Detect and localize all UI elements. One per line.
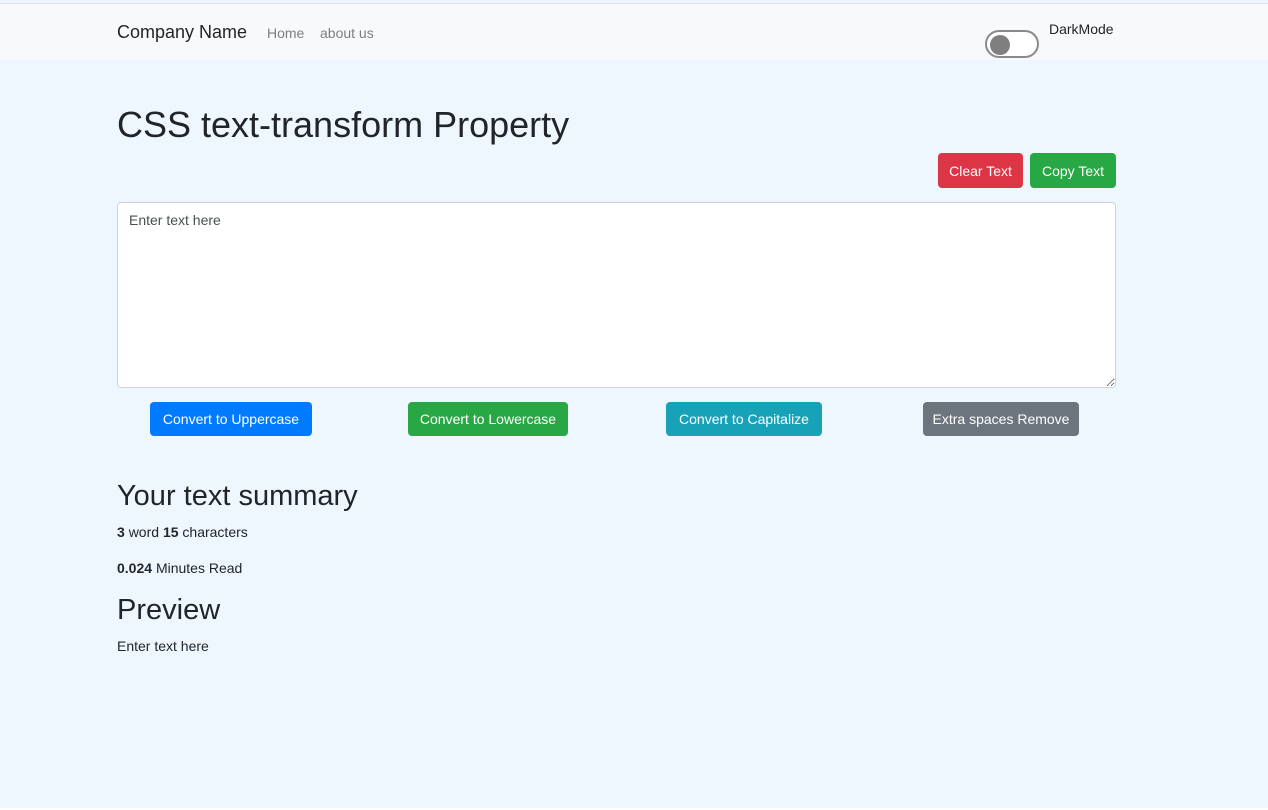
word-label: word: [128, 524, 160, 540]
read-label: Minutes Read: [155, 560, 243, 576]
darkmode-toggle[interactable]: [985, 30, 1039, 58]
convert-uppercase-button[interactable]: Convert to Uppercase: [150, 402, 312, 436]
convert-capitalize-button[interactable]: Convert to Capitalize: [666, 402, 822, 436]
summary-title: Your text summary: [117, 480, 358, 512]
word-char-count: 3 word 15 characters: [117, 524, 248, 540]
read-minutes: 0.024: [117, 560, 153, 576]
char-count: 15: [162, 524, 179, 540]
read-time: 0.024 Minutes Read: [117, 560, 242, 576]
nav-link-about-us[interactable]: about us: [320, 25, 374, 41]
convert-lowercase-button[interactable]: Convert to Lowercase: [408, 402, 568, 436]
toggle-knob: [990, 35, 1010, 55]
char-label: characters: [182, 524, 248, 540]
navbar: Company Name Home about us DarkMode: [0, 4, 1268, 60]
brand-link[interactable]: Company Name: [117, 22, 247, 43]
darkmode-label: DarkMode: [1049, 21, 1114, 37]
remove-extra-spaces-button[interactable]: Extra spaces Remove: [923, 402, 1079, 436]
clear-text-button[interactable]: Clear Text: [938, 153, 1023, 188]
page-title: CSS text-transform Property: [117, 104, 570, 145]
nav-link-home[interactable]: Home: [267, 25, 304, 41]
word-count: 3: [117, 524, 125, 540]
preview-text: Enter text here: [117, 638, 209, 654]
copy-text-button[interactable]: Copy Text: [1030, 153, 1116, 188]
text-input[interactable]: [117, 202, 1116, 388]
preview-title: Preview: [117, 594, 221, 626]
